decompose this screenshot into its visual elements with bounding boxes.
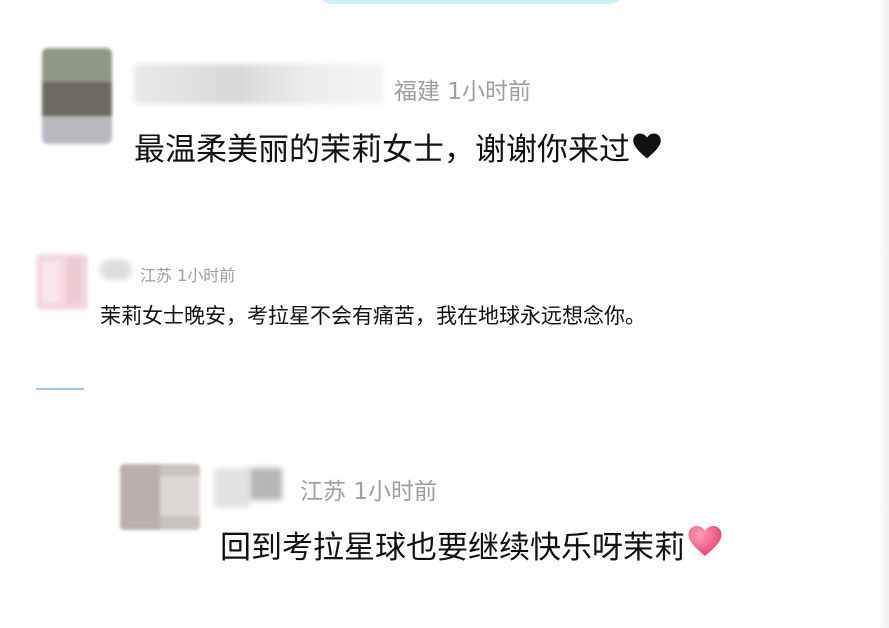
timestamp: 1小时前 <box>353 479 437 505</box>
avatar[interactable] <box>36 254 88 310</box>
location-label: 江苏 <box>140 266 173 285</box>
username-blurred[interactable] <box>134 64 384 104</box>
comment-meta: 江苏 1小时前 <box>140 262 235 286</box>
timestamp: 1小时前 <box>447 79 531 105</box>
comment-text: 茉莉女士晚安，考拉星不会有痛苦，我在地球永远想念你。 <box>100 300 646 330</box>
black-heart-icon <box>632 132 662 168</box>
section-divider <box>36 388 84 390</box>
username-blurred[interactable] <box>250 468 282 500</box>
username-blurred[interactable] <box>100 260 132 280</box>
comment-body: 茉莉女士晚安，考拉星不会有痛苦，我在地球永远想念你。 <box>100 304 646 328</box>
avatar[interactable] <box>120 464 200 530</box>
timestamp: 1小时前 <box>177 266 236 285</box>
comment-text: 回到考拉星球也要继续快乐呀茉莉 <box>220 522 723 567</box>
comment-body: 回到考拉星球也要继续快乐呀茉莉 <box>220 530 685 566</box>
comment-meta: 江苏 1小时前 <box>300 472 437 506</box>
comment-body: 最温柔美丽的茉莉女士，谢谢你来过 <box>134 132 630 168</box>
scroll-edge <box>877 0 889 628</box>
comment-meta: 福建 1小时前 <box>394 72 531 106</box>
location-label: 福建 <box>394 79 440 105</box>
comment-text: 最温柔美丽的茉莉女士，谢谢你来过 <box>134 124 662 169</box>
avatar[interactable] <box>42 48 112 144</box>
username-blurred[interactable] <box>214 468 250 508</box>
pink-heart-icon <box>687 524 723 566</box>
top-banner <box>318 0 624 4</box>
location-label: 江苏 <box>300 479 346 505</box>
